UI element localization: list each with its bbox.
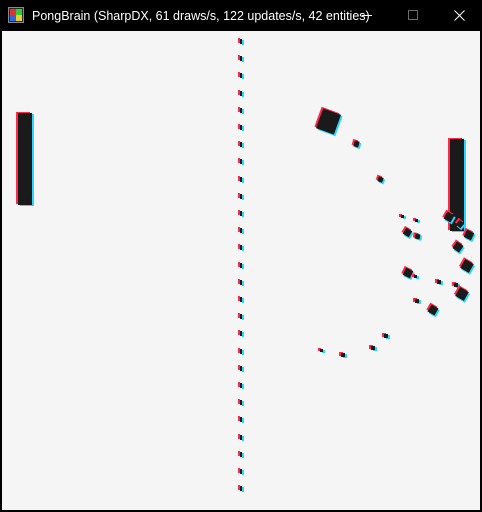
- debris-particle: [437, 280, 441, 284]
- center-net-dash: [240, 176, 242, 182]
- title-bar[interactable]: PongBrain (SharpDX, 61 draws/s, 122 upda…: [0, 0, 482, 31]
- center-net-dash: [240, 39, 242, 44]
- debris-particle: [371, 346, 375, 350]
- center-net-dash: [240, 142, 242, 148]
- center-net-dash: [240, 73, 242, 79]
- debris-particle: [415, 299, 419, 303]
- center-net-dash: [240, 245, 242, 251]
- game-canvas[interactable]: [2, 31, 480, 510]
- center-net-dash: [240, 469, 242, 474]
- center-net-dash: [240, 400, 242, 406]
- close-button[interactable]: [436, 0, 482, 31]
- debris-particle: [414, 233, 421, 240]
- minimize-button[interactable]: [344, 0, 390, 31]
- center-net-dash: [240, 262, 242, 268]
- debris-particle: [353, 140, 360, 148]
- debris-particle: [401, 215, 404, 218]
- debris-particle: [454, 283, 458, 287]
- center-net-dash: [240, 228, 242, 234]
- center-net-dash: [240, 56, 242, 62]
- debris-particle: [460, 259, 474, 273]
- center-net-dash: [240, 434, 242, 440]
- left-paddle: [18, 113, 32, 205]
- center-net-dash: [240, 348, 242, 354]
- center-net-dash: [240, 107, 242, 113]
- center-net-dash: [240, 211, 242, 216]
- window-title: PongBrain (SharpDX, 61 draws/s, 122 upda…: [32, 9, 370, 23]
- debris-particle: [377, 176, 384, 183]
- close-icon: [454, 10, 465, 21]
- debris-particle: [455, 287, 469, 301]
- game-window: PongBrain (SharpDX, 61 draws/s, 122 upda…: [0, 0, 482, 512]
- debris-particle: [402, 267, 414, 279]
- center-net-dash: [240, 193, 242, 199]
- center-net-dash: [240, 417, 242, 423]
- debris-particle: [341, 353, 345, 357]
- center-net-dash: [240, 486, 242, 492]
- maximize-icon: [408, 10, 418, 20]
- debris-particle: [384, 334, 388, 338]
- minimize-icon: [362, 15, 372, 16]
- debris-particle: [320, 349, 323, 352]
- center-net-dash: [240, 159, 242, 165]
- center-net-dash: [240, 331, 242, 337]
- center-net-dash: [240, 314, 242, 320]
- center-net-dash: [240, 297, 242, 302]
- debris-particle: [402, 227, 413, 238]
- app-icon[interactable]: [8, 7, 24, 23]
- center-net-dash: [240, 383, 242, 388]
- center-net-dash: [240, 90, 242, 96]
- debris-particle: [414, 275, 417, 278]
- center-net-dash: [240, 125, 242, 130]
- center-net-dash: [240, 279, 242, 285]
- center-net-dash: [240, 365, 242, 371]
- debris-particle: [415, 219, 418, 222]
- center-net-dash: [240, 451, 242, 457]
- maximize-button[interactable]: [390, 0, 436, 31]
- debris-particle: [427, 304, 439, 316]
- debris-particle: [452, 241, 464, 253]
- ball: [315, 108, 342, 135]
- debris-particle: [463, 229, 475, 241]
